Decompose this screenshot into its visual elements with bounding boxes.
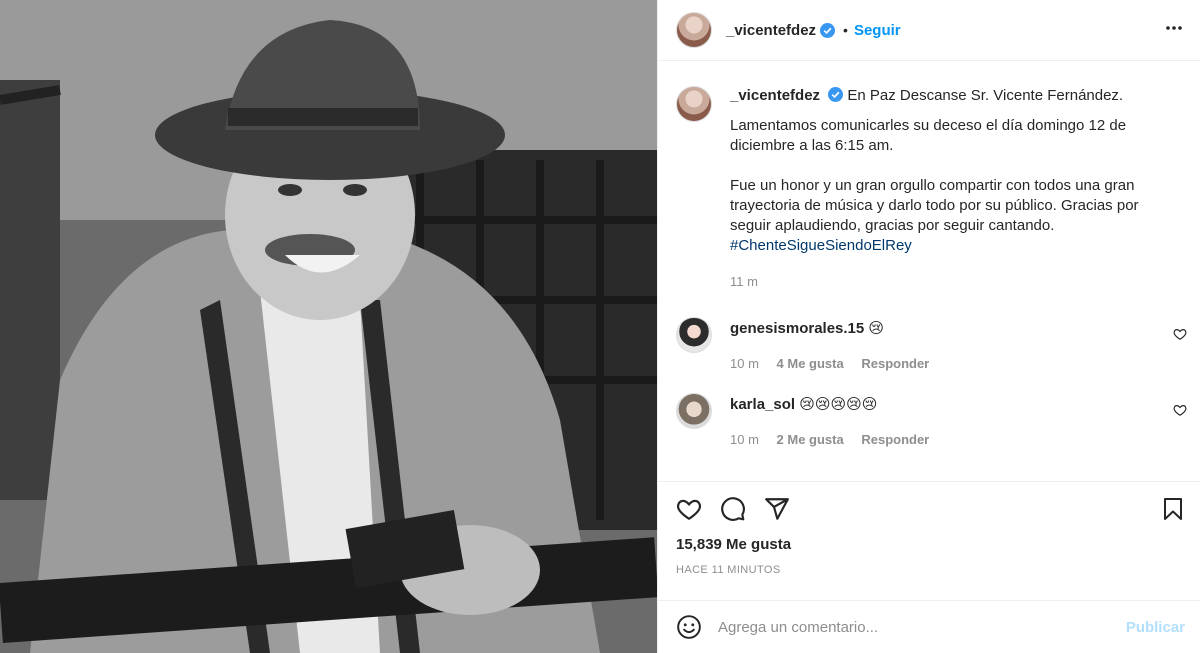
- caption-username[interactable]: _vicentefdez: [730, 87, 820, 104]
- comment-meta: 10 m 2 Me gusta Responder: [730, 432, 943, 447]
- verified-badge-icon: [828, 87, 844, 102]
- commenter-avatar[interactable]: [676, 317, 712, 353]
- share-icon[interactable]: [764, 496, 790, 522]
- reply-button[interactable]: Responder: [861, 432, 929, 447]
- comment-input[interactable]: [718, 618, 1126, 636]
- author-username[interactable]: _vicentefdez: [726, 22, 816, 39]
- bookmark-icon[interactable]: [1161, 496, 1185, 522]
- comment-text: 😢: [868, 320, 885, 337]
- caption-avatar[interactable]: [676, 86, 712, 122]
- emoji-icon[interactable]: [676, 614, 702, 640]
- comment-icon[interactable]: [720, 496, 746, 522]
- publish-button[interactable]: Publicar: [1126, 619, 1185, 636]
- more-options-icon[interactable]: [1164, 18, 1184, 38]
- caption-time: 11 m: [730, 274, 758, 289]
- comment-body: genesismorales.15 😢 10 m 4 Me gusta Resp…: [730, 317, 943, 371]
- comment-text: 😢😢😢😢😢: [799, 396, 878, 413]
- caption: _vicentefdez En Paz Descanse Sr. Vicente…: [658, 62, 1200, 292]
- comment-composer: Publicar: [658, 600, 1200, 653]
- verified-badge-icon: [820, 22, 836, 38]
- separator-dot: •: [843, 22, 848, 38]
- author-avatar[interactable]: [676, 12, 712, 48]
- caption-title: En Paz Descanse Sr. Vicente Fernández.: [847, 87, 1124, 104]
- comment-likes[interactable]: 4 Me gusta: [777, 356, 844, 371]
- comment-likes[interactable]: 2 Me gusta: [777, 432, 844, 447]
- comment-meta: 10 m 4 Me gusta Responder: [730, 356, 943, 371]
- comment-username[interactable]: genesismorales.15: [730, 320, 864, 337]
- follow-button[interactable]: Seguir: [854, 22, 901, 39]
- post-timestamp[interactable]: HACE 11 MINUTOS: [658, 553, 1200, 576]
- caption-hashtag[interactable]: #ChenteSigueSiendoElRey: [730, 237, 912, 254]
- comment-item: karla_sol 😢😢😢😢😢 10 m 2 Me gusta Responde…: [658, 393, 1200, 447]
- caption-paragraph-2: Fue un honor y un gran orgullo compartir…: [730, 177, 1139, 234]
- reply-button[interactable]: Responder: [861, 356, 929, 371]
- post-side-panel: _vicentefdez • Seguir _vicentefdez En Pa…: [657, 0, 1200, 653]
- comment-username[interactable]: karla_sol: [730, 396, 795, 413]
- photo-illustration: [0, 0, 657, 653]
- comment-item: genesismorales.15 😢 10 m 4 Me gusta Resp…: [658, 317, 1200, 371]
- like-comment-heart-icon[interactable]: [1173, 403, 1187, 417]
- comments-section[interactable]: _vicentefdez En Paz Descanse Sr. Vicente…: [658, 62, 1200, 480]
- heart-icon[interactable]: [676, 496, 702, 522]
- commenter-avatar[interactable]: [676, 393, 712, 429]
- action-icons: [658, 482, 1200, 522]
- post-photo[interactable]: [0, 0, 657, 653]
- comment-time: 10 m: [730, 432, 759, 447]
- caption-paragraph-1: Lamentamos comunicarles su deceso el día…: [730, 117, 1127, 154]
- likes-count[interactable]: 15,839 Me gusta: [658, 522, 1200, 553]
- like-comment-heart-icon[interactable]: [1173, 327, 1187, 341]
- comment-time: 10 m: [730, 356, 759, 371]
- post-actions: 15,839 Me gusta HACE 11 MINUTOS: [658, 481, 1200, 599]
- post-header: _vicentefdez • Seguir: [658, 0, 1200, 61]
- comment-body: karla_sol 😢😢😢😢😢 10 m 2 Me gusta Responde…: [730, 393, 943, 447]
- caption-body: _vicentefdez En Paz Descanse Sr. Vicente…: [730, 86, 1170, 292]
